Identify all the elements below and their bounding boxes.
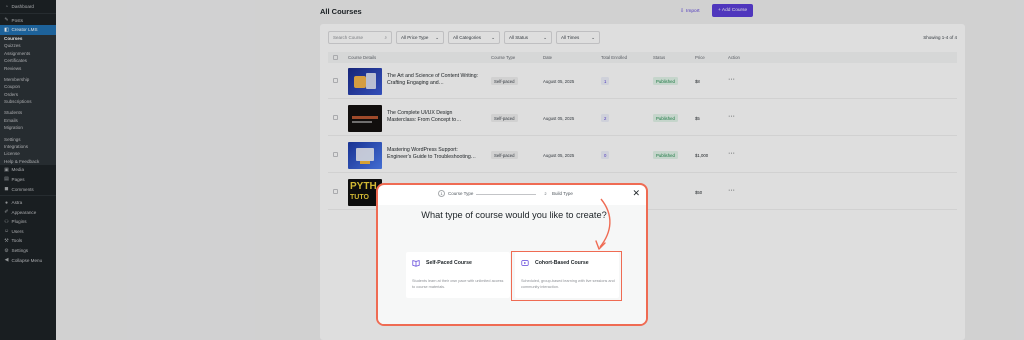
course-type-modal: 1 Course Type 2 Build Type ✕ What type o… bbox=[376, 183, 648, 326]
modal-stepper: 1 Course Type 2 Build Type ✕ bbox=[378, 185, 646, 205]
modal-body: What type of course would you like to cr… bbox=[378, 205, 646, 324]
step-build-type: 2 Build Type bbox=[544, 191, 573, 196]
close-icon[interactable]: ✕ bbox=[632, 189, 640, 198]
modal-question: What type of course would you like to cr… bbox=[421, 210, 607, 220]
cohort-option-highlight bbox=[511, 251, 622, 301]
option-self-paced[interactable]: Self-Paced Course Students learn at thei… bbox=[406, 252, 510, 298]
step-connector bbox=[476, 194, 536, 195]
step-course-type: 1 Course Type bbox=[438, 190, 473, 197]
book-icon bbox=[412, 260, 420, 267]
